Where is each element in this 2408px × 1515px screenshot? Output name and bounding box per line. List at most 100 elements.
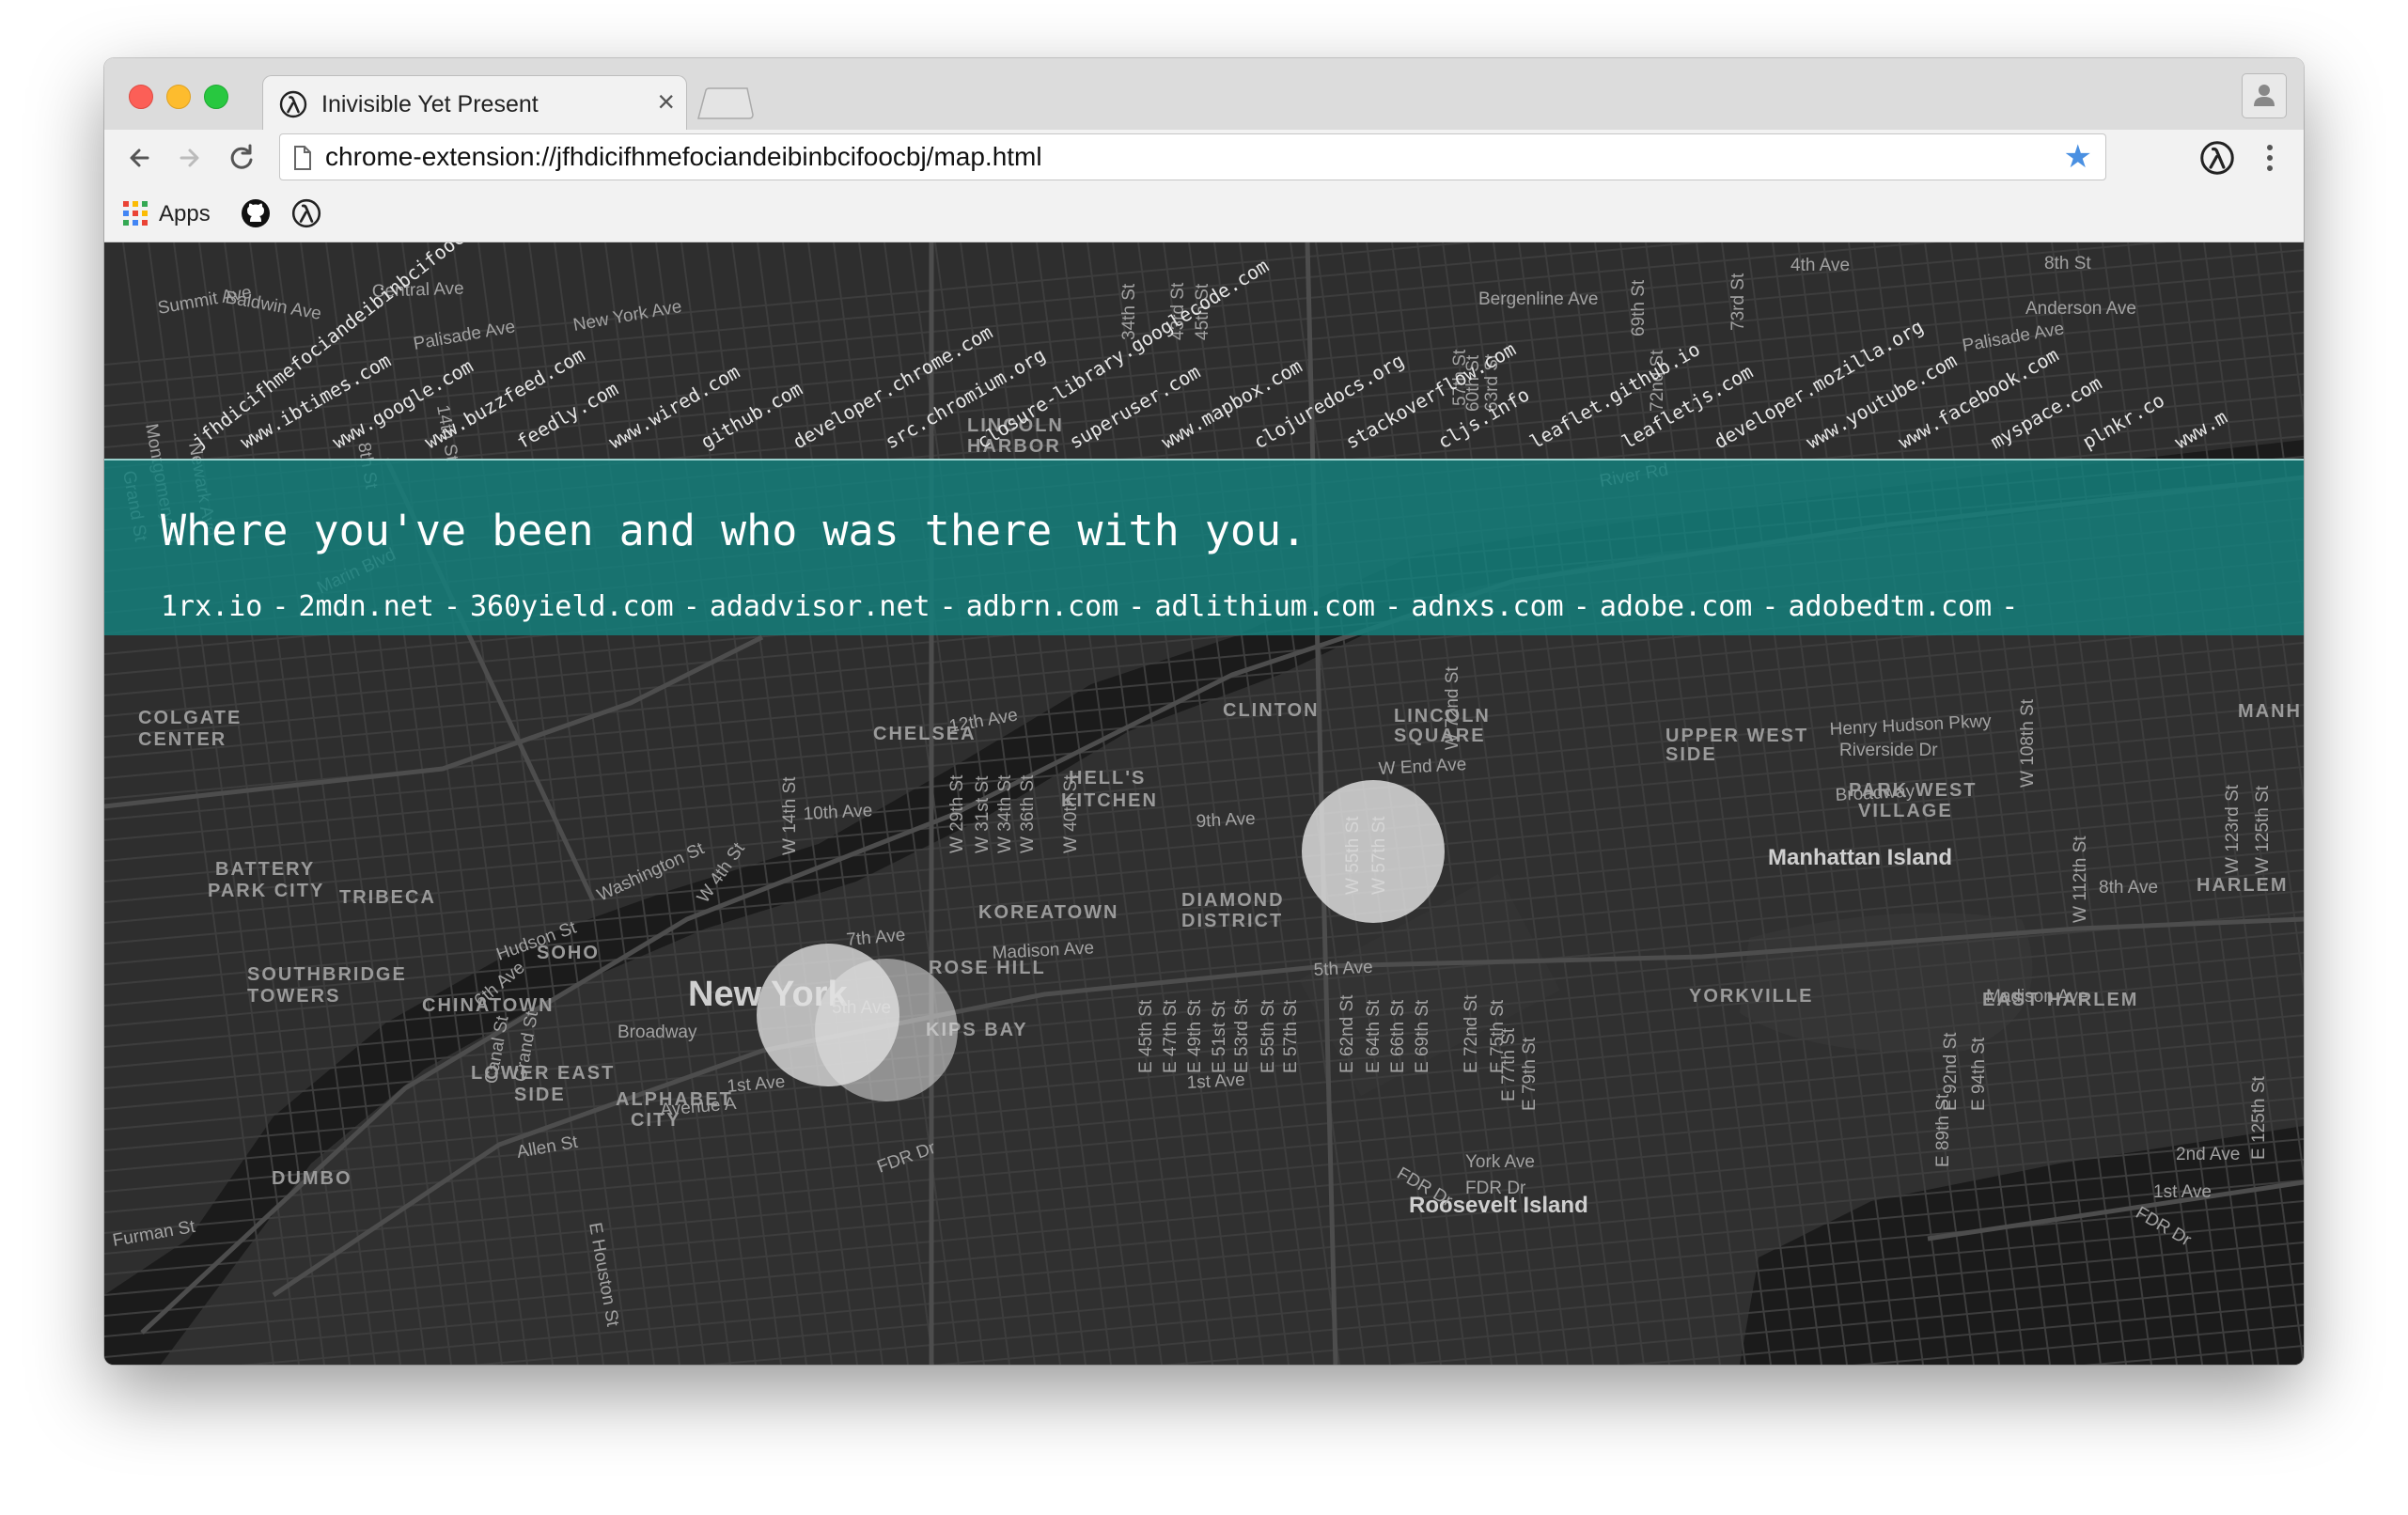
- map-street-label: Anderson Ave: [2025, 299, 2136, 319]
- map-street-label: W 29th St: [947, 774, 967, 853]
- reload-icon[interactable]: [221, 137, 262, 179]
- map-district-label: BATTERY: [215, 859, 315, 880]
- map-street-label: W 108th St: [2018, 698, 2038, 788]
- extension-lambda-icon[interactable]: [2198, 139, 2236, 177]
- map-street-label: FDR Dr: [1465, 1179, 1526, 1198]
- map-street-label: 73rd St: [1728, 273, 1748, 331]
- browser-window: Inivisible Yet Present × chrome-extensio…: [104, 58, 2304, 1365]
- domain-separator: -: [682, 590, 700, 623]
- map-street-label: E 47th St: [1161, 999, 1181, 1073]
- map-street-label: Madison Ave: [1986, 987, 2087, 1007]
- back-arrow-icon[interactable]: [119, 137, 161, 179]
- map-street-label: 9th Ave: [1196, 809, 1256, 832]
- menu-dots-icon[interactable]: [2259, 139, 2281, 177]
- tracker-domain: 1rx.io: [161, 590, 263, 623]
- map-street-label: Bergenline Ave: [1478, 289, 1598, 309]
- map-district-label: SOUTHBRIDGE: [247, 964, 407, 985]
- map-district-label: DIAMOND: [1181, 890, 1285, 911]
- forward-arrow-icon[interactable]: [168, 137, 210, 179]
- map-district-label: COLGATE: [138, 708, 242, 728]
- tab-active[interactable]: Inivisible Yet Present ×: [262, 75, 687, 130]
- visit-marker[interactable]: [1302, 780, 1445, 923]
- map-street-label: E 125th St: [2249, 1076, 2269, 1160]
- tracker-domain: 2mdn.net: [298, 590, 434, 623]
- domain-separator: -: [1384, 590, 1402, 623]
- map-street-label: York Ave: [1465, 1152, 1535, 1172]
- map-street-label: E 51st St: [1210, 1000, 1229, 1073]
- map-district-label: KOREATOWN: [978, 902, 1118, 923]
- visit-marker[interactable]: [815, 959, 958, 1101]
- lambda-bookmark-icon[interactable]: [290, 197, 322, 229]
- map-canvas[interactable]: New YorkManhattan IslandRoosevelt Island…: [104, 242, 2304, 1365]
- map-district-label: TOWERS: [247, 986, 340, 1007]
- domain-separator: -: [939, 590, 957, 623]
- tab-close-icon[interactable]: ×: [657, 86, 675, 117]
- map-street-label: W 36th St: [1018, 774, 1038, 853]
- map-street-label: E 66th St: [1388, 999, 1408, 1073]
- tracker-domain: adnxs.com: [1411, 590, 1564, 623]
- map-district-label: DUMBO: [272, 1168, 352, 1189]
- tracker-domain: adobe.com: [1599, 590, 1753, 623]
- map-district-label: SIDE: [1665, 744, 1717, 765]
- domain-separator: -: [2001, 590, 2019, 623]
- map-street-label: E 64th St: [1364, 999, 1384, 1073]
- map-district-label: UPPER WEST: [1665, 726, 1808, 746]
- map-street-label: W 123rd St: [2223, 784, 2243, 874]
- map-street-label: E 45th St: [1136, 999, 1156, 1073]
- map-street-label: E 72nd St: [1462, 994, 1481, 1073]
- map-street-label: W 125th St: [2253, 785, 2273, 874]
- map-district-label: VILLAGE: [1858, 801, 1953, 821]
- domain-separator: -: [443, 590, 461, 623]
- apps-bookmark-label[interactable]: Apps: [159, 201, 211, 227]
- headline: Where you've been and who was there with…: [161, 506, 1307, 555]
- map-street-label: E 55th St: [1259, 999, 1278, 1073]
- close-window-button[interactable]: [129, 85, 153, 109]
- map-street-label: 69th St: [1629, 279, 1649, 336]
- map-district-label: SIDE: [514, 1085, 566, 1105]
- domain-separator: -: [1572, 590, 1590, 623]
- zoom-window-button[interactable]: [204, 85, 228, 109]
- map-street-label: E 79th St: [1520, 1037, 1540, 1111]
- map-district-label: TRIBECA: [339, 887, 436, 908]
- map-district-label: DISTRICT: [1181, 911, 1283, 931]
- tracker-domain: adbrn.com: [965, 590, 1119, 623]
- map-district-label: MANH: [2238, 701, 2302, 722]
- map-street-label: Riverside Dr: [1839, 741, 1938, 760]
- map-street-label: E 77th St: [1499, 1027, 1519, 1101]
- map-street-label: 10th Ave: [803, 801, 873, 824]
- map-district-label: YORKVILLE: [1689, 986, 1813, 1007]
- tracker-domain-list: 1rx.io -2mdn.net -360yield.com - adadvisor.n…: [161, 590, 2027, 623]
- tracker-domain: adadvisor.net: [709, 590, 930, 623]
- url-text[interactable]: chrome-extension://jfhdicifhmefociandeib…: [325, 142, 1042, 172]
- map-street-label: Broadway: [618, 1023, 697, 1042]
- map-street-label: W 40th St: [1061, 774, 1081, 853]
- map-street-label: W 112th St: [2071, 836, 2090, 923]
- profile-icon[interactable]: [2242, 73, 2287, 118]
- map-street-label: 5th Ave: [1313, 958, 1373, 980]
- address-bar[interactable]: chrome-extension://jfhdicifhmefociandeib…: [279, 133, 2106, 180]
- map-street-label: E 69th St: [1413, 999, 1432, 1073]
- toolbar: chrome-extension://jfhdicifhmefociandeib…: [104, 130, 2304, 186]
- tab-title: Inivisible Yet Present: [321, 91, 539, 117]
- map-street-label: E 57th St: [1281, 999, 1301, 1073]
- bookmark-star-icon[interactable]: ★: [2064, 140, 2092, 174]
- map-street-label: W 34th St: [995, 774, 1015, 853]
- map-street-label: W 72nd St: [1443, 666, 1462, 750]
- page-icon: [294, 146, 311, 170]
- map-district-label: CLINTON: [1223, 700, 1320, 721]
- tracker-domain: adlithium.com: [1154, 590, 1376, 623]
- map-district-label: HARLEM: [2197, 875, 2289, 896]
- map-street-label: E 53rd St: [1232, 998, 1252, 1073]
- map-district-label: PARK CITY: [208, 881, 324, 901]
- domain-separator: -: [1128, 590, 1146, 623]
- map-street-label: E 49th St: [1185, 999, 1205, 1073]
- github-icon[interactable]: [240, 197, 272, 229]
- map-street-label: 8th St: [2044, 254, 2091, 273]
- apps-grid-icon[interactable]: [123, 201, 148, 226]
- new-tab-button[interactable]: [695, 86, 755, 120]
- domain-separator: -: [272, 590, 289, 623]
- map-street-label: 8th Ave: [2099, 878, 2158, 898]
- minimize-window-button[interactable]: [166, 85, 191, 109]
- tab-strip: Inivisible Yet Present ×: [104, 58, 2304, 130]
- map-view[interactable]: New YorkManhattan IslandRoosevelt Island…: [104, 242, 2304, 1365]
